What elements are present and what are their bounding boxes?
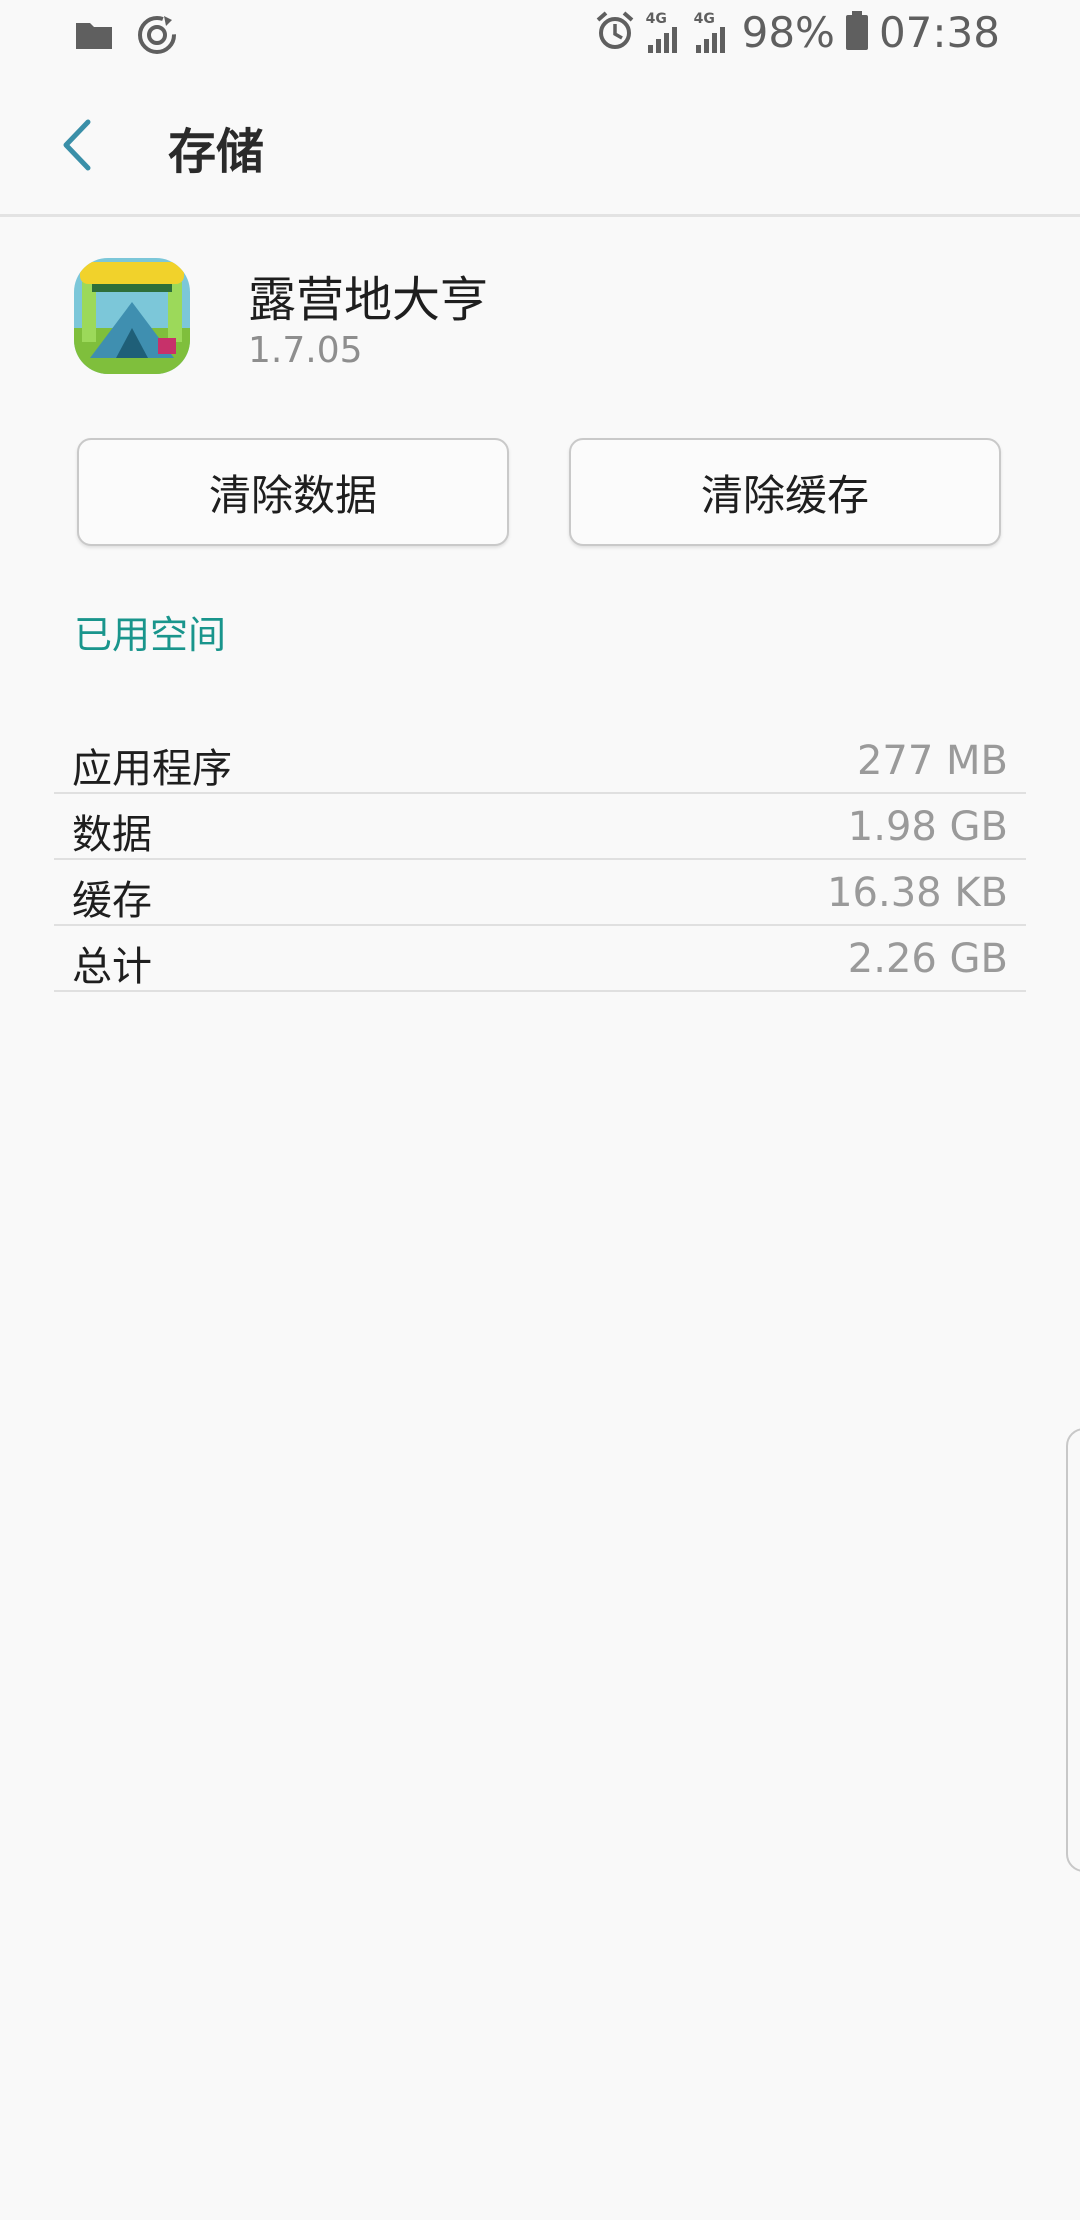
signal-4g-icon: 4G — [694, 11, 732, 55]
alarm-icon — [594, 10, 636, 56]
storage-row-data: 数据 1.98 GB — [54, 796, 1026, 860]
storage-row-app: 应用程序 277 MB — [54, 730, 1026, 794]
clock: 07:38 — [878, 8, 1000, 57]
clear-data-button[interactable]: 清除数据 — [77, 438, 509, 546]
back-button[interactable] — [52, 110, 112, 180]
chevron-left-icon — [52, 119, 112, 184]
section-header-used-space: 已用空间 — [74, 613, 227, 657]
app-bar: 存储 — [0, 72, 1080, 217]
camping-tycoon-app-icon — [74, 258, 190, 374]
signal-4g-icon: 4G — [646, 11, 684, 55]
clear-cache-button[interactable]: 清除缓存 — [569, 438, 1001, 546]
storage-label: 应用程序 — [72, 746, 232, 792]
battery-icon — [845, 10, 869, 55]
page-title: 存储 — [168, 124, 265, 180]
storage-value: 1.98 GB — [847, 804, 1008, 850]
app-version: 1.7.05 — [248, 330, 363, 371]
storage-row-cache: 缓存 16.38 KB — [54, 862, 1026, 926]
app-name: 露营地大亨 — [248, 272, 489, 328]
status-bar-right: 4G 4G 98% 07:38 — [594, 8, 1000, 57]
storage-label: 缓存 — [72, 878, 152, 924]
storage-value: 2.26 GB — [847, 936, 1008, 982]
sync-icon — [136, 14, 178, 60]
storage-label: 总计 — [72, 944, 152, 990]
edge-panel-handle[interactable] — [1066, 1428, 1080, 1872]
folder-icon — [74, 19, 114, 55]
storage-row-total: 总计 2.26 GB — [54, 928, 1026, 992]
storage-table: 应用程序 277 MB 数据 1.98 GB 缓存 16.38 KB 总计 2.… — [54, 730, 1026, 994]
status-bar-left — [74, 14, 178, 60]
storage-value: 16.38 KB — [827, 870, 1008, 916]
app-info-header: 露营地大亨 1.7.05 — [0, 230, 1080, 390]
status-bar: 4G 4G 98% 07:38 — [0, 0, 1080, 72]
storage-label: 数据 — [72, 812, 152, 858]
battery-percent: 98% — [741, 8, 835, 57]
storage-value: 277 MB — [856, 738, 1008, 784]
